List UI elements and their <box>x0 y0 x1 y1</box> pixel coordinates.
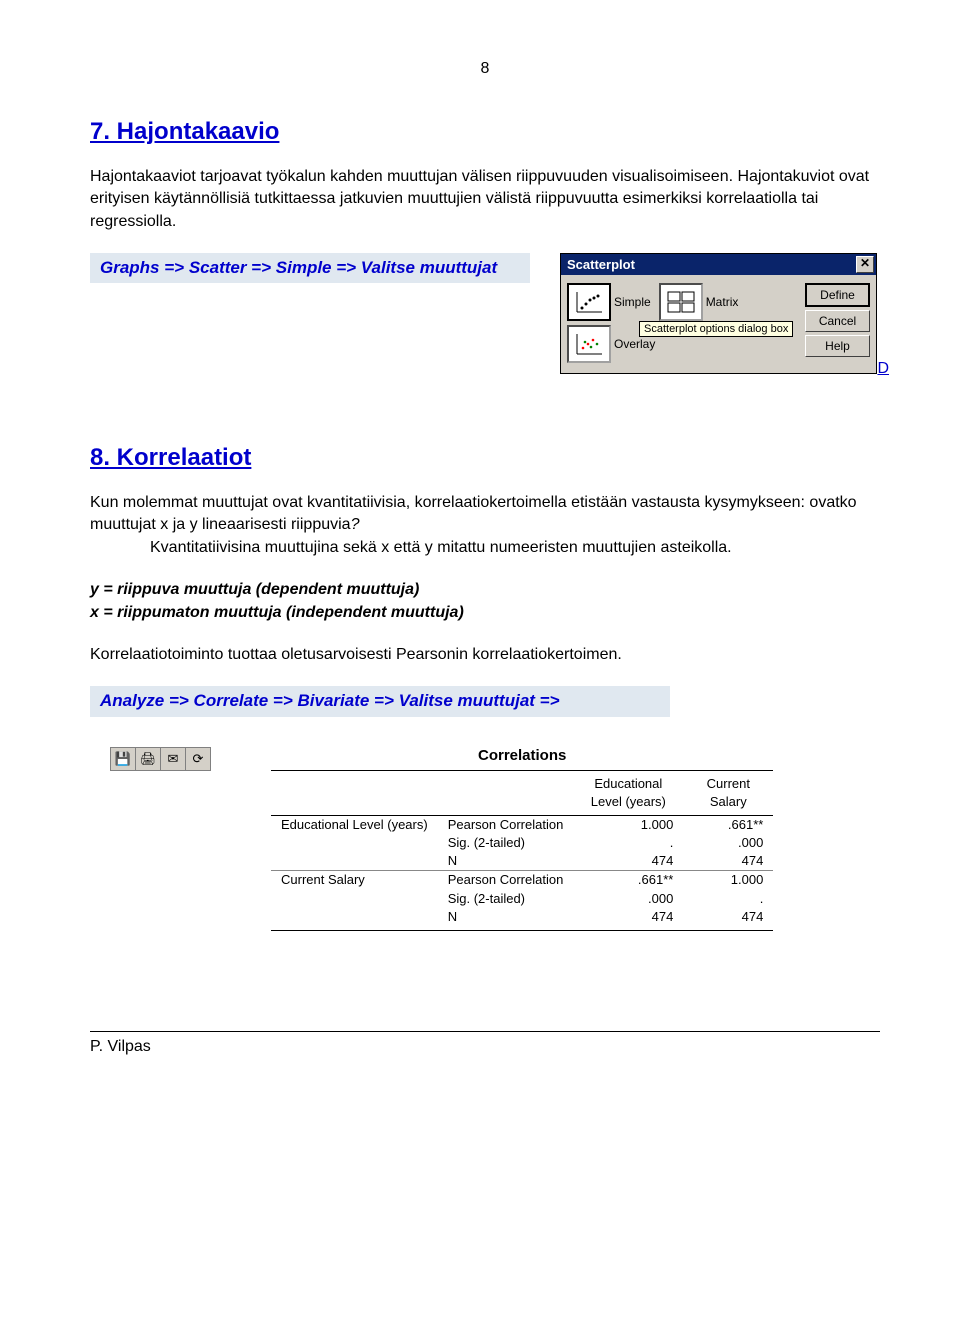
link-d[interactable]: D <box>877 360 889 378</box>
cell-value: .000 <box>683 834 773 852</box>
option-simple[interactable]: Simple <box>567 283 655 321</box>
help-button[interactable]: Help <box>805 335 870 357</box>
section8-navpath: Analyze => Correlate => Bivariate => Val… <box>90 686 670 716</box>
row2-label: Current Salary <box>271 871 438 890</box>
option-matrix-label: Matrix <box>706 295 743 309</box>
refresh-icon[interactable]: ⟳ <box>186 748 211 770</box>
col-header-edu: Educational Level (years) <box>573 770 683 815</box>
cell-value: .661** <box>683 815 773 834</box>
stat-sig: Sig. (2-tailed) <box>438 834 574 852</box>
cell-value: 474 <box>683 852 773 871</box>
correlations-title: Correlations <box>271 747 773 764</box>
cell-value: 1.000 <box>683 871 773 890</box>
output-toolbar: 💾 🖨 ✉ ⟳ <box>110 747 211 771</box>
cell-value: 474 <box>573 908 683 931</box>
section8-p1: Kun molemmat muuttujat ovat kvantitatiiv… <box>90 492 880 559</box>
cancel-button[interactable]: Cancel <box>805 310 870 332</box>
stat-n: N <box>438 852 574 871</box>
stat-pearson: Pearson Correlation <box>438 815 574 834</box>
scatter-matrix-icon <box>659 283 703 321</box>
page-number: 8 <box>90 60 880 78</box>
cell-value: 1.000 <box>573 815 683 834</box>
dialog-title: Scatterplot <box>567 257 635 272</box>
cell-value: . <box>683 890 773 908</box>
section7-title: 7. Hajontakaavio <box>90 118 880 146</box>
section7-paragraph: Hajontakaaviot tarjoavat työkalun kahden… <box>90 166 880 233</box>
option-overlay-label: Overlay <box>614 337 659 351</box>
option-simple-label: Simple <box>614 295 655 309</box>
stat-n: N <box>438 908 574 931</box>
section8-p2: Korrelaatiotoiminto tuottaa oletusarvois… <box>90 644 880 666</box>
cell-value: .000 <box>573 890 683 908</box>
scatter-overlay-icon <box>567 325 611 363</box>
footer-author: P. Vilpas <box>90 1031 880 1056</box>
define-button[interactable]: Define <box>805 283 870 307</box>
cell-value: 474 <box>683 908 773 931</box>
option-matrix[interactable]: Matrix <box>659 283 743 321</box>
col-header-salary: Current Salary <box>683 770 773 815</box>
stat-sig: Sig. (2-tailed) <box>438 890 574 908</box>
row1-label: Educational Level (years) <box>271 815 438 834</box>
scatter-simple-icon <box>567 283 611 321</box>
save-icon[interactable]: 💾 <box>111 748 136 770</box>
section7-navpath: Graphs => Scatter => Simple => Valitse m… <box>90 253 530 283</box>
cell-value: .661** <box>573 871 683 890</box>
close-icon[interactable]: ✕ <box>856 256 874 273</box>
tooltip: Scatterplot options dialog box <box>639 321 793 337</box>
correlations-output: Correlations Educational Level (years) C… <box>271 747 773 932</box>
scatterplot-dialog: Scatterplot ✕ Simple <box>560 253 877 374</box>
stat-pearson: Pearson Correlation <box>438 871 574 890</box>
export-icon[interactable]: ✉ <box>161 748 186 770</box>
print-icon[interactable]: 🖨 <box>136 748 161 770</box>
section8-dependent-independent: y = riippuva muuttuja (dependent muuttuj… <box>90 579 880 624</box>
cell-value: 474 <box>573 852 683 871</box>
section8-title: 8. Korrelaatiot <box>90 444 880 472</box>
cell-value: . <box>573 834 683 852</box>
